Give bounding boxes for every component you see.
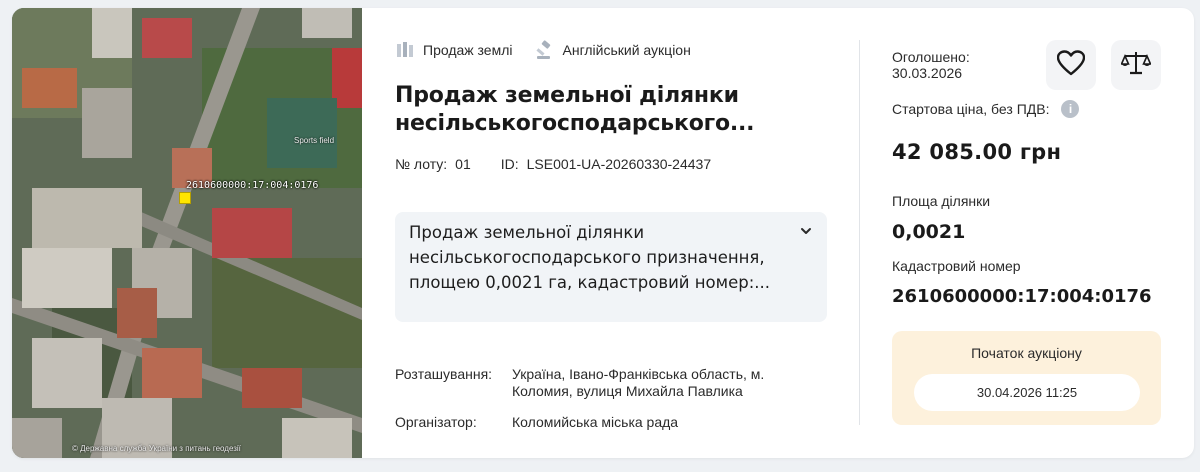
chevron-down-icon[interactable] xyxy=(799,224,813,243)
satellite-image xyxy=(12,8,362,458)
lot-id-label: ID: xyxy=(500,156,519,172)
announced-label: Оголошено: xyxy=(892,49,970,65)
auction-start-box: Початок аукціону 30.04.2026 11:25 xyxy=(892,331,1161,425)
category-label: Продаж землі xyxy=(423,42,513,58)
area-value: 0,0021 xyxy=(892,221,966,243)
scales-icon xyxy=(1120,50,1152,81)
parcel-highlight xyxy=(179,192,191,204)
lot-info: Розташування: Україна, Івано-Франківська… xyxy=(395,366,822,445)
lot-summary: Оголошено: 30.03.2026 Стартова ціна, без… xyxy=(892,8,1182,458)
lot-number-label: № лоту: xyxy=(395,156,448,172)
map-parcel-label: 2610600000:17:004:0176 xyxy=(186,180,319,191)
lot-id: LSE001-UA-20260330-24437 xyxy=(526,156,712,172)
land-parcel-icon xyxy=(395,40,415,60)
category-tag: Продаж землі xyxy=(395,40,513,60)
map-copyright: © Державна служба України з питань геоде… xyxy=(72,444,241,453)
announced-date: 30.03.2026 xyxy=(892,65,963,81)
description-panel[interactable]: Продаж земельної ділянки несільськогоспо… xyxy=(395,212,827,322)
announced-block: Оголошено: 30.03.2026 xyxy=(892,49,970,81)
lot-identifiers: № лоту: 01 ID: LSE001-UA-20260330-24437 xyxy=(395,156,711,172)
lot-tags: Продаж землі Англійський аукціон xyxy=(395,40,713,60)
price-label-row: Стартова ціна, без ПДВ: i xyxy=(892,100,1080,118)
lot-details: Продаж землі Англійський аукціон Продаж … xyxy=(395,8,835,458)
organizer-label: Організатор: xyxy=(395,414,477,430)
description-text: Продаж земельної ділянки несільськогоспо… xyxy=(409,223,771,292)
auction-card[interactable]: 2610600000:17:004:0176 Sports field © Де… xyxy=(12,8,1194,458)
starting-price: 42 085.00 грн xyxy=(892,140,1062,164)
cadastral-label: Кадастровий номер xyxy=(892,258,1021,274)
auction-start-date: 30.04.2026 11:25 xyxy=(914,374,1140,411)
favorite-button[interactable] xyxy=(1046,40,1096,90)
auction-type-label: Англійський аукціон xyxy=(562,42,691,58)
location-row: Розташування: Україна, Івано-Франківська… xyxy=(395,366,822,400)
auction-start-label: Початок аукціону xyxy=(971,345,1082,361)
area-label: Площа ділянки xyxy=(892,193,991,209)
location-label: Розташування: xyxy=(395,366,493,382)
gavel-icon xyxy=(535,40,555,60)
column-divider xyxy=(859,40,860,425)
price-label: Стартова ціна, без ПДВ: xyxy=(892,101,1050,117)
compare-button[interactable] xyxy=(1111,40,1161,90)
organizer-value: Коломийська міська рада xyxy=(512,414,679,430)
location-value: Україна, Івано-Франківська область, м. К… xyxy=(512,366,765,399)
lot-number: 01 xyxy=(455,156,471,172)
info-icon[interactable]: i xyxy=(1061,100,1080,118)
organizer-row: Організатор: Коломийська міська рада xyxy=(395,414,822,431)
auction-type-tag: Англійський аукціон xyxy=(535,40,691,60)
map-thumbnail[interactable]: 2610600000:17:004:0176 Sports field © Де… xyxy=(12,8,362,458)
lot-title[interactable]: Продаж земельної ділянки несільськогоспо… xyxy=(395,82,825,138)
heart-icon xyxy=(1056,49,1086,81)
map-poi-label: Sports field xyxy=(294,136,335,145)
cadastral-number: 2610600000:17:004:0176 xyxy=(892,286,1152,307)
